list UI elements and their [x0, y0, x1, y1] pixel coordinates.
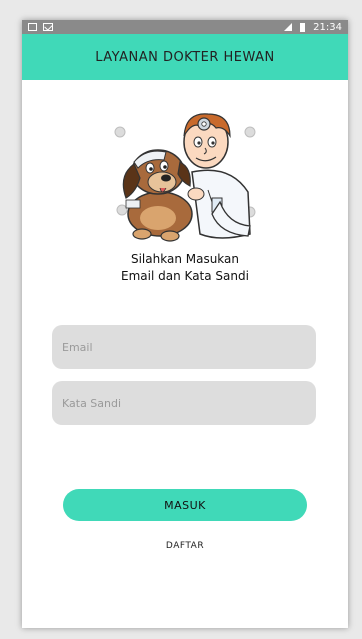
- app-bar: LAYANAN DOKTER HEWAN: [22, 34, 348, 80]
- status-time: 21:34: [313, 21, 342, 33]
- signal-icon: [284, 23, 293, 31]
- status-left: [28, 23, 53, 31]
- mail-icon: [43, 23, 53, 31]
- prompt-line-2: Email dan Kata Sandi: [121, 269, 249, 283]
- battery-icon: [300, 22, 306, 32]
- vet-illustration-svg: [114, 113, 256, 242]
- app-title: LAYANAN DOKTER HEWAN: [95, 49, 275, 65]
- status-bar: 21:34: [22, 20, 348, 34]
- prompt-line-1: Silahkan Masukan: [130, 252, 240, 266]
- login-prompt: Silahkan Masukan Email dan Kata Sandi: [22, 251, 348, 285]
- notification-icon: [28, 23, 37, 31]
- status-right: 21:34: [284, 22, 342, 33]
- password-field[interactable]: [52, 381, 316, 425]
- login-button[interactable]: MASUK: [63, 489, 307, 521]
- phone-screen: 21:34 LAYANAN DOKTER HEWAN Silahkan Masu…: [22, 20, 348, 628]
- register-link[interactable]: DAFTAR: [22, 541, 348, 551]
- vet-illustration: [22, 102, 348, 247]
- email-field[interactable]: [52, 325, 316, 369]
